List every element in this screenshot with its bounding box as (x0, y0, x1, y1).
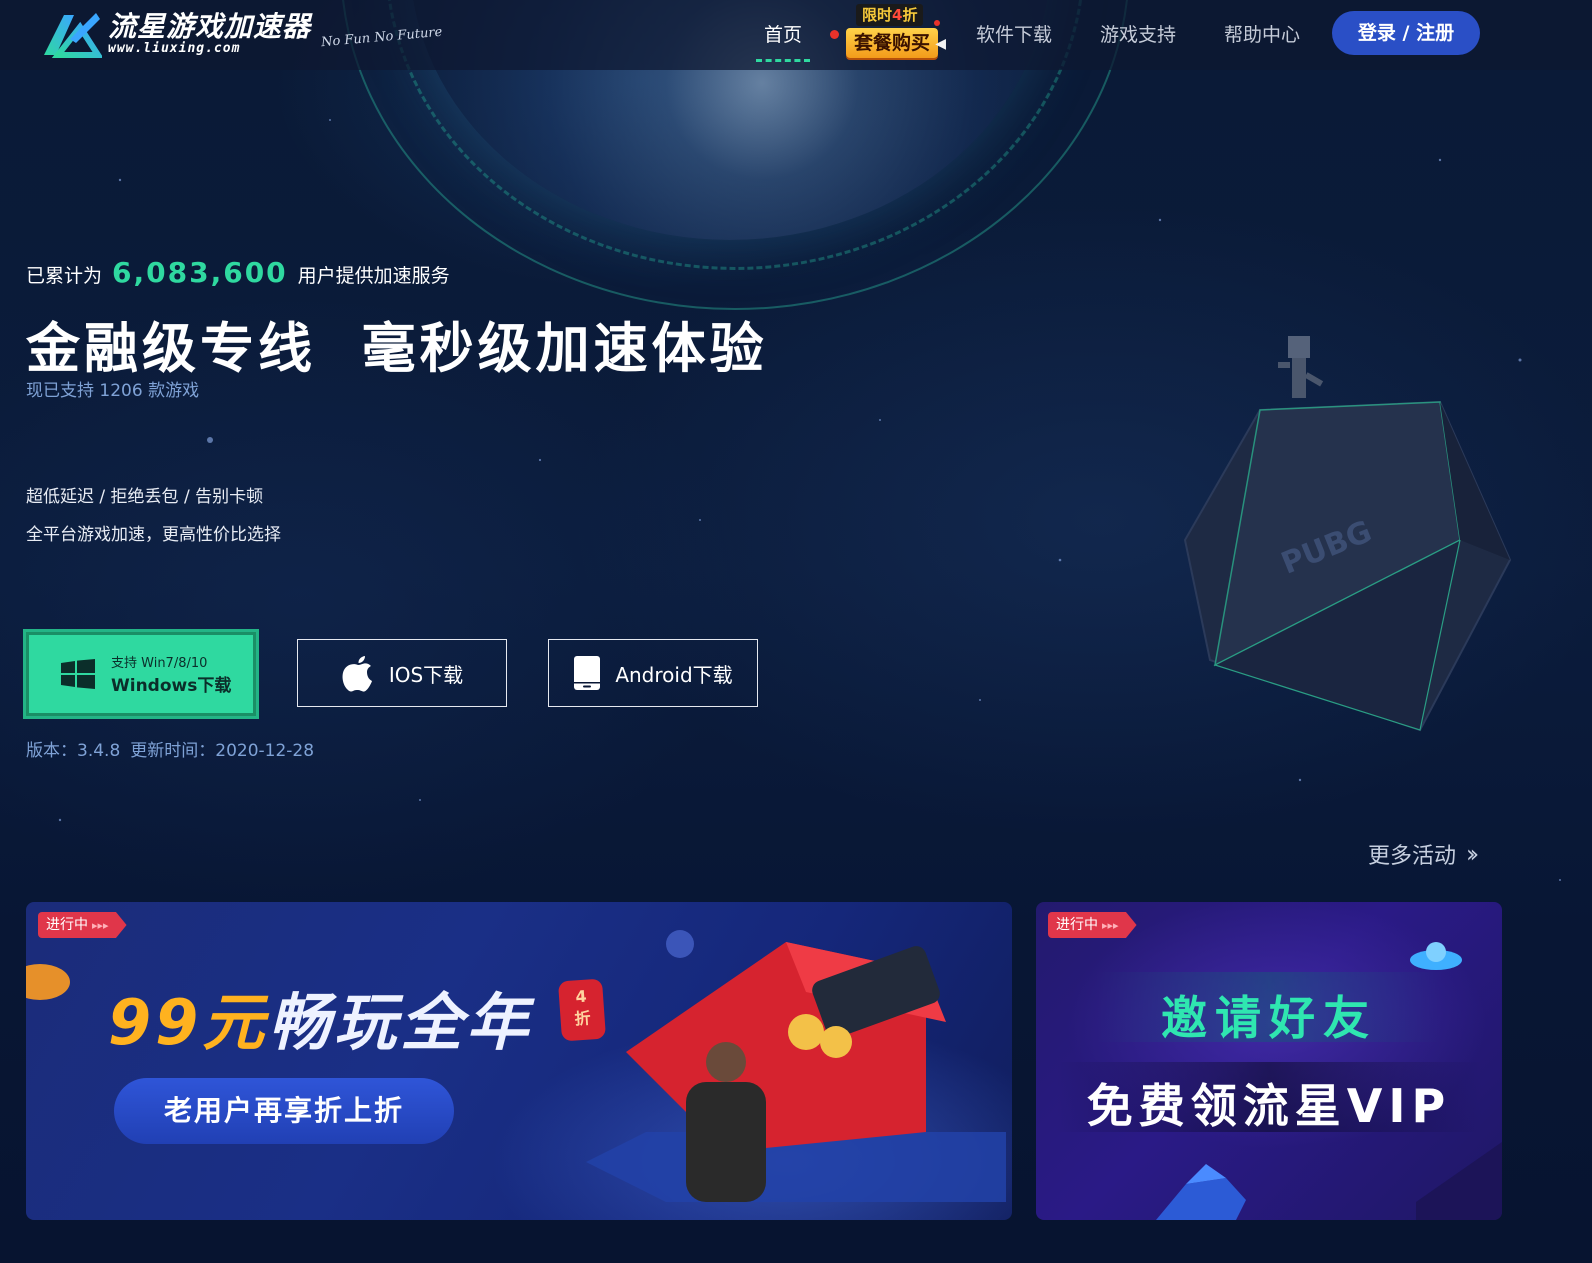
android-download-button[interactable]: Android下载 (548, 639, 758, 707)
promo-limited-text: 限时 (862, 6, 893, 24)
nav-item-software-download[interactable]: 软件下载 (952, 0, 1076, 70)
promo-decor-dot (934, 20, 941, 26)
version-number: 版本：3.4.8 (26, 741, 121, 761)
megaphone-icon: ◀ (935, 36, 947, 52)
status-tag-text: 进行中 (1056, 917, 1098, 933)
feature-line-2: 全平台游戏加速，更高性价比选择 (26, 525, 281, 545)
user-count-stat: 已累计为 6,083,600 用户提供加速服务 (26, 256, 450, 289)
windows-download-label: Windows下载 (111, 676, 232, 696)
windows-download-button[interactable]: 支持 Win7/8/10 Windows下载 (23, 629, 259, 719)
nav-item-help-center[interactable]: 帮助中心 (1200, 0, 1324, 70)
activity-card-annual-plan[interactable]: 进行中 ▸▸▸ 99元畅玩全年 4 折 老用户再享折上折 (26, 902, 1012, 1220)
stat-suffix: 用户提供加速服务 (297, 265, 450, 287)
double-chevron-right-icon: ›› (1466, 840, 1479, 868)
windows-icon (61, 659, 95, 689)
discount-seal-number: 4 (574, 986, 588, 1007)
invite-friends-title: 邀请好友 (1161, 991, 1377, 1045)
annual-plan-headline: 99元畅玩全年 (108, 972, 532, 1062)
annual-plan-price: 99元 (108, 986, 269, 1059)
android-phone-icon (574, 656, 601, 690)
activity-card-invite-friends[interactable]: 进行中 ▸▸▸ 邀请好友 免费领流星VIP (1036, 902, 1502, 1220)
nav-item-game-support[interactable]: 游戏支持 (1076, 0, 1200, 70)
windows-support-versions: 支持 Win7/8/10 (111, 656, 208, 671)
promo-discount-unit: 折 (902, 6, 918, 24)
invite-card-decor (1156, 942, 1502, 1220)
ios-download-label: IOS下载 (388, 662, 464, 687)
stat-number: 6,083,600 (112, 256, 288, 289)
free-vip-title: 免费领流星VIP (1086, 1079, 1452, 1133)
promo-decor-dot (830, 30, 840, 39)
ios-download-button[interactable]: IOS下载 (297, 639, 507, 707)
nav-item-package-promo[interactable]: 限时4折 套餐购买 ◀ (830, 4, 948, 66)
status-tag-ongoing: 进行中 ▸▸▸ (38, 912, 127, 938)
top-navbar: 流星游戏加速器 www.liuxing.com No Fun No Future… (0, 0, 1592, 70)
nav-item-home[interactable]: 首页 (740, 0, 826, 70)
discount-seal: 4 折 (557, 978, 607, 1042)
logo-text-group: 流星游戏加速器 www.liuxing.com (108, 12, 311, 56)
main-nav: 首页 限时4折 套餐购买 ◀ 软件下载 游戏支持 帮助中心 (740, 0, 1324, 70)
promo-limited-label: 限时4折 (856, 4, 924, 26)
status-tag-text: 进行中 (46, 917, 88, 933)
update-time: 更新时间：2020-12-28 (130, 741, 315, 761)
logo-chinese-name: 流星游戏加速器 (108, 10, 312, 43)
discount-seal-text: 折 (573, 1008, 592, 1029)
tag-arrows-icon: ▸▸▸ (92, 919, 109, 932)
liuxing-logo-icon (44, 13, 102, 58)
stat-prefix: 已累计为 (26, 265, 103, 287)
annual-plan-text: 畅玩全年 (268, 986, 533, 1059)
status-tag-ongoing: 进行中 ▸▸▸ (1048, 912, 1137, 938)
site-logo[interactable]: 流星游戏加速器 www.liuxing.com No Fun No Future (40, 6, 443, 62)
old-user-discount-pill: 老用户再享折上折 (114, 1078, 454, 1144)
login-register-button[interactable]: 登录 / 注册 (1332, 11, 1480, 55)
logo-url: www.liuxing.com (108, 41, 241, 56)
apple-icon (342, 656, 372, 692)
promo-discount-number: 4 (892, 6, 903, 24)
version-info: 版本：3.4.8 更新时间：2020-12-28 (26, 736, 314, 761)
tag-arrows-icon: ▸▸▸ (1102, 919, 1119, 932)
supported-games-count: 现已支持 1206 款游戏 (26, 381, 200, 401)
promo-package-label: 套餐购买 (846, 28, 939, 58)
logo-slogan: No Fun No Future (320, 24, 443, 50)
android-download-label: Android下载 (615, 662, 733, 687)
more-activities-label: 更多活动 (1368, 844, 1457, 869)
game-polyhedron-graphic: PUBG (1183, 336, 1512, 732)
feature-line-1: 超低延迟 / 拒绝丢包 / 告别卡顿 (26, 487, 264, 507)
windows-download-text: 支持 Win7/8/10 Windows下载 (111, 652, 231, 696)
more-activities-link[interactable]: 更多活动 ›› (1368, 838, 1479, 870)
hero-title: 金融级专线 毫秒级加速体验 (26, 317, 768, 380)
